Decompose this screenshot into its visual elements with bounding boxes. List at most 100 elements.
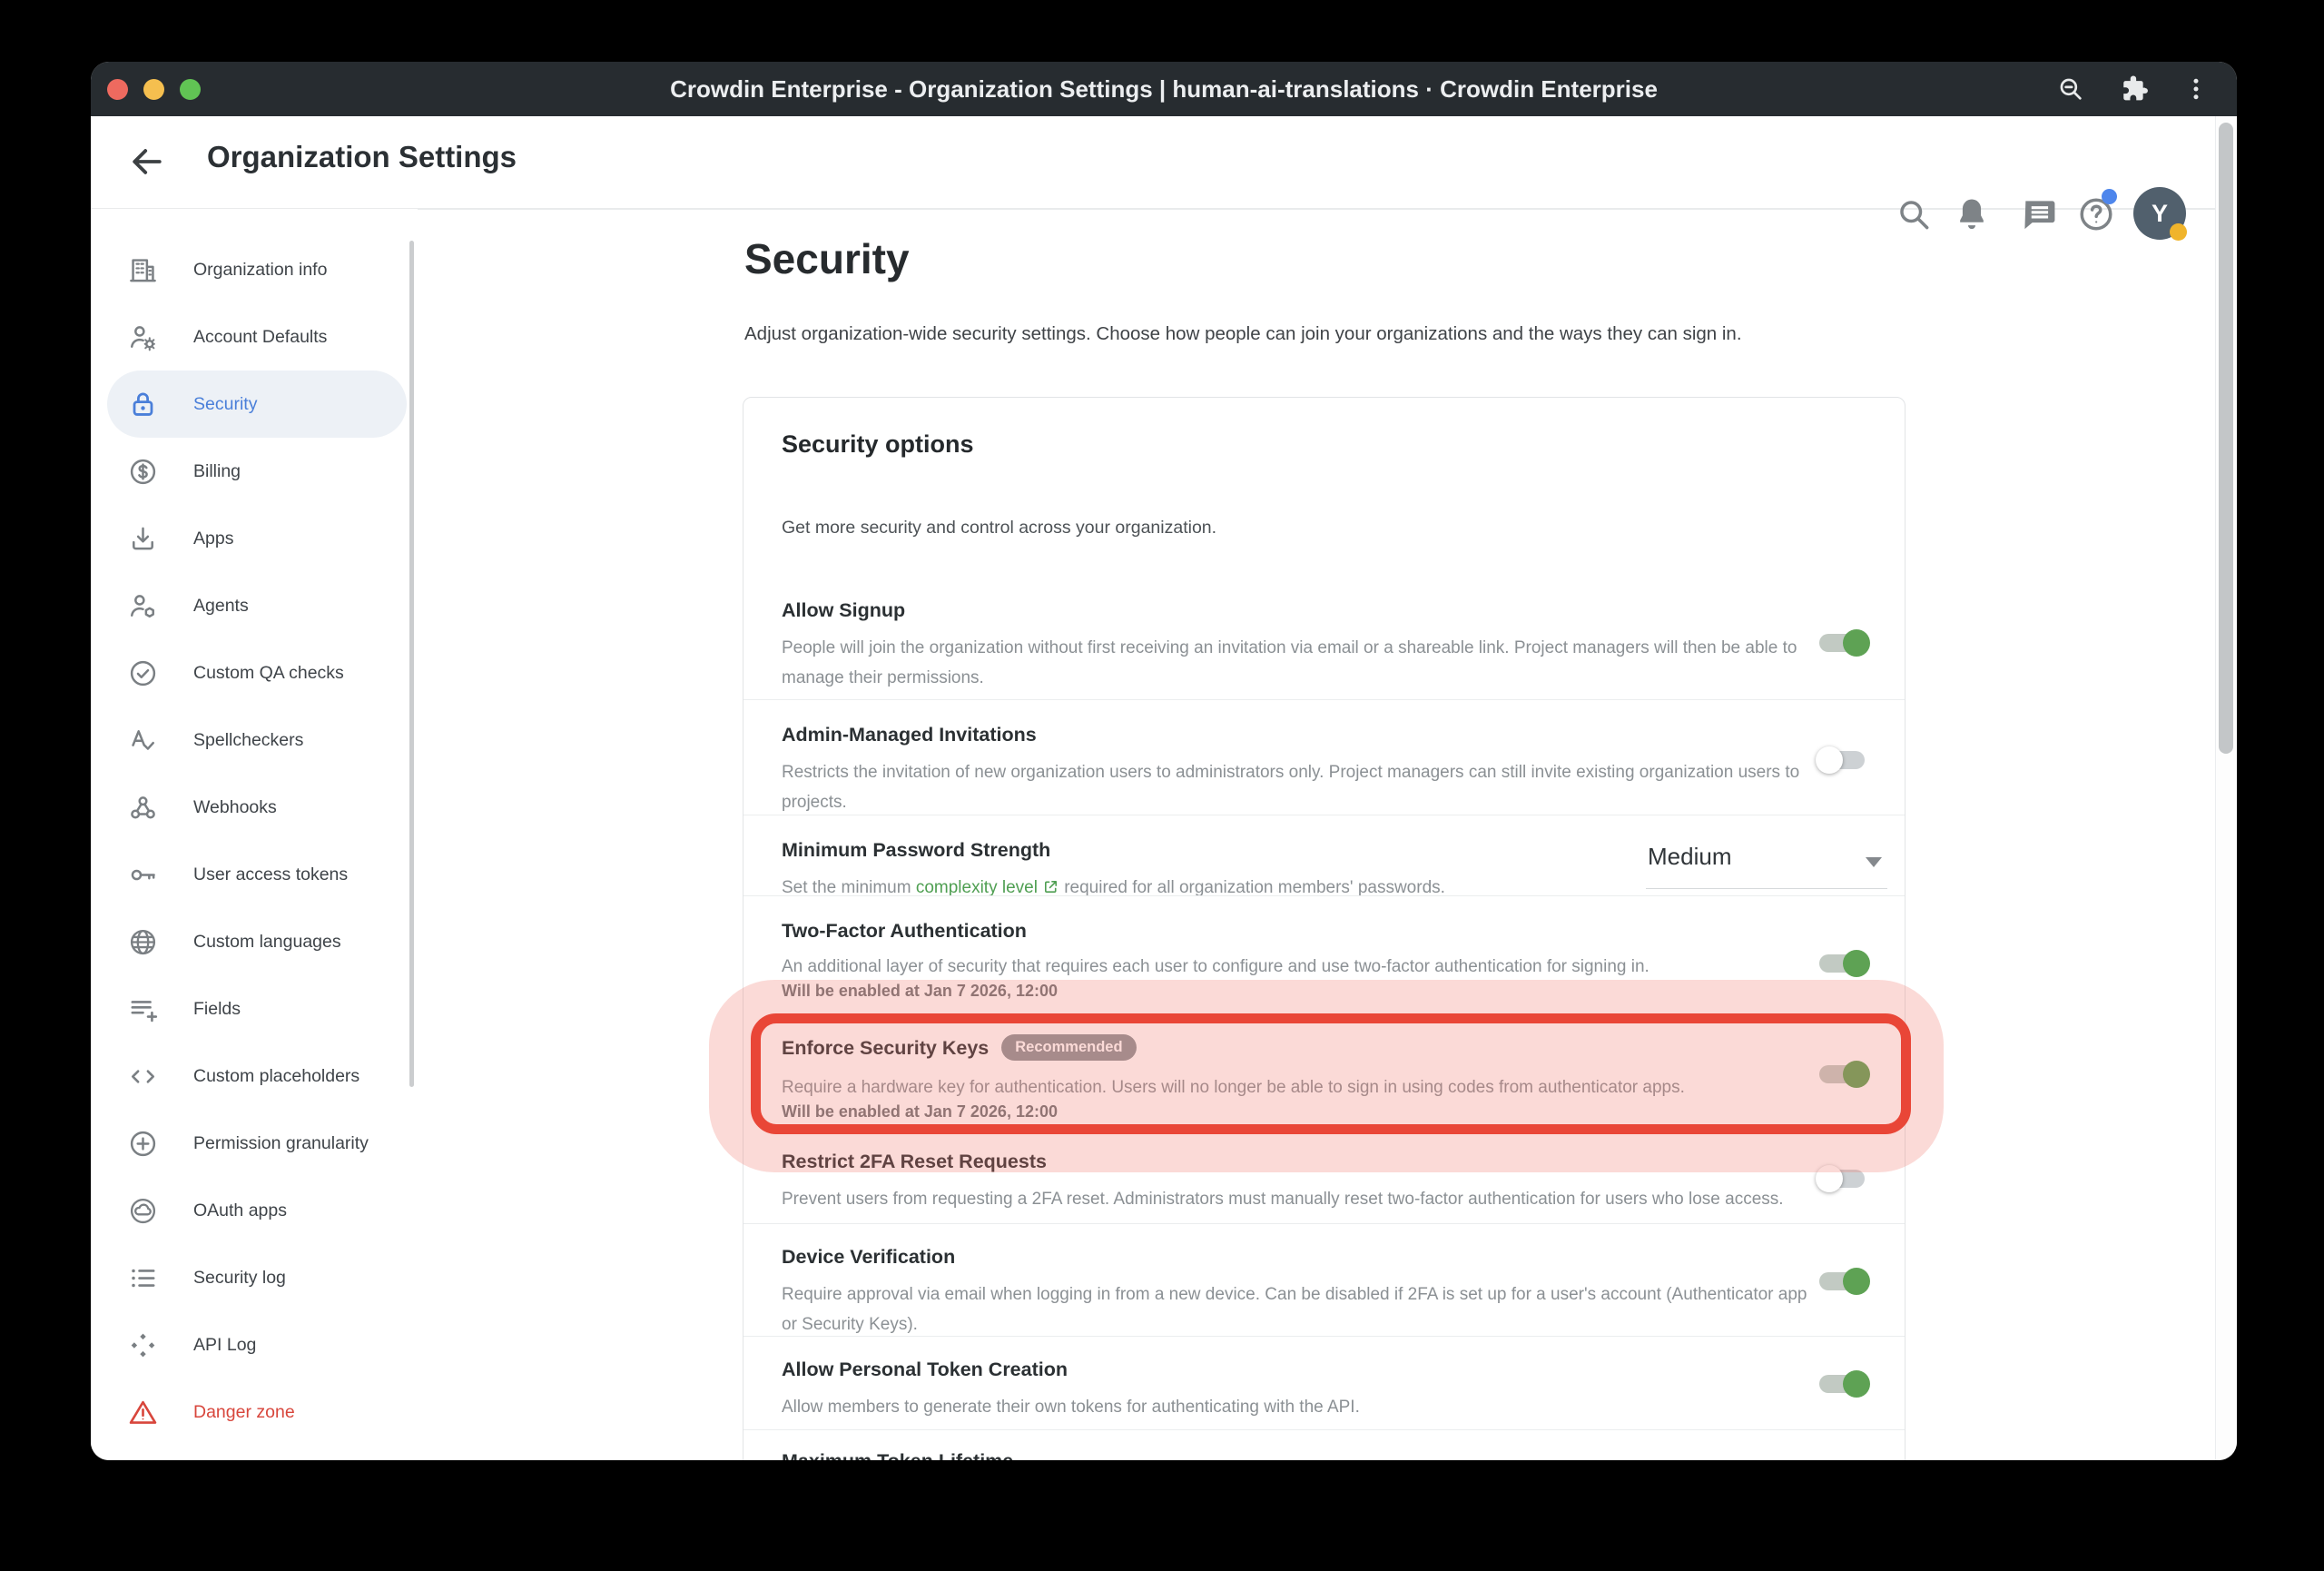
desktop-background: Crowdin Enterprise - Organization Settin…	[0, 0, 2324, 1571]
sidebar-item-custom-placeholders[interactable]: Custom placeholders	[107, 1042, 407, 1110]
sidebar-item-label: API Log	[193, 1335, 256, 1356]
sidebar-item-api-log[interactable]: API Log	[107, 1311, 407, 1378]
sidebar-item-billing[interactable]: Billing	[107, 438, 407, 505]
sidebar-item-user-access-tokens[interactable]: User access tokens	[107, 841, 407, 908]
sidebar-item-label: User access tokens	[193, 865, 348, 885]
sidebar-item-label: Security	[193, 394, 257, 415]
setting-description: Require approval via email when logging …	[782, 1280, 1821, 1339]
sidebar-item-label: Fields	[193, 999, 241, 1020]
setting-title: Maximum Token Lifetime	[782, 1450, 1865, 1460]
description-text: Set the minimum	[782, 878, 916, 897]
back-arrow-button[interactable]	[127, 142, 167, 182]
key-icon	[127, 859, 159, 891]
search-icon[interactable]	[1894, 194, 1934, 234]
sidebar-item-label: Account Defaults	[193, 327, 327, 348]
browser-menu-kebab-icon[interactable]	[2182, 75, 2210, 103]
sidebar-item-label: Webhooks	[193, 797, 277, 818]
setting-row-minimum-password-strength: Minimum Password Strength Set the minimu…	[743, 815, 1905, 895]
setting-description: Restricts the invitation of new organiza…	[782, 757, 1821, 817]
complexity-level-link[interactable]: complexity level	[916, 878, 1059, 897]
sidebar-scrollbar[interactable]	[409, 241, 414, 1087]
allow-personal-token-creation-toggle[interactable]	[1819, 1375, 1865, 1393]
two-factor-authentication-toggle[interactable]	[1819, 954, 1865, 973]
external-link-icon	[1042, 878, 1059, 895]
page-scrollbar-track[interactable]	[2215, 116, 2237, 1460]
setting-row-device-verification: Device Verification Require approval via…	[743, 1223, 1905, 1336]
password-strength-select[interactable]: Medium	[1646, 837, 1887, 889]
sidebar-item-security[interactable]: Security	[107, 371, 407, 438]
restrict-2fa-reset-requests-toggle[interactable]	[1819, 1170, 1865, 1188]
help-notification-dot	[2102, 189, 2117, 204]
browser-titlebar: Crowdin Enterprise - Organization Settin…	[91, 62, 2237, 116]
sidebar-item-oauth-apps[interactable]: OAuth apps	[107, 1177, 407, 1244]
sidebar-item-webhooks[interactable]: Webhooks	[107, 774, 407, 841]
avatar-status-dot	[2170, 223, 2187, 241]
person-cube-icon	[127, 590, 159, 622]
enforce-security-keys-toggle[interactable]	[1819, 1065, 1865, 1083]
setting-description: Allow members to generate their own toke…	[782, 1392, 1821, 1422]
sidebar-item-label: Organization info	[193, 260, 327, 281]
sidebar-item-label: Custom languages	[193, 932, 341, 953]
sidebar-item-label: Spellcheckers	[193, 730, 303, 751]
sidebar-item-agents[interactable]: Agents	[107, 572, 407, 639]
toggle-knob	[1843, 629, 1870, 657]
plus-circle-icon	[127, 1128, 159, 1160]
browser-window: Crowdin Enterprise - Organization Settin…	[91, 62, 2237, 1460]
browser-tab-title: Crowdin Enterprise - Organization Settin…	[91, 62, 2237, 116]
page-scrollbar-thumb[interactable]	[2219, 123, 2233, 754]
sidebar-item-account-defaults[interactable]: Account Defaults	[107, 303, 407, 371]
sidebar-item-spellcheckers[interactable]: Spellcheckers	[107, 706, 407, 774]
toggle-knob	[1843, 950, 1870, 977]
sidebar-item-label: Custom placeholders	[193, 1066, 359, 1087]
setting-row-restrict-2fa-reset-requests: Restrict 2FA Reset Requests Prevent user…	[743, 1134, 1905, 1223]
description-text: required for all organization members' p…	[1059, 878, 1445, 897]
zoom-out-indicator-icon[interactable]	[2055, 74, 2086, 104]
sidebar-item-organization-info[interactable]: Organization info	[107, 236, 407, 303]
card-title: Security options	[782, 430, 974, 459]
toggle-knob	[1816, 746, 1843, 774]
setting-row-admin-managed-invitations: Admin-Managed Invitations Restricts the …	[743, 699, 1905, 815]
allow-signup-toggle[interactable]	[1819, 634, 1865, 652]
setting-row-allow-signup: Allow Signup People will join the organi…	[743, 576, 1905, 699]
page-title: Organization Settings	[207, 140, 517, 174]
notifications-bell-icon[interactable]	[1952, 194, 1992, 234]
app-header: Organization Settings	[91, 116, 2237, 210]
device-verification-toggle[interactable]	[1819, 1272, 1865, 1290]
setting-title: Two-Factor Authentication	[782, 920, 1865, 943]
setting-description: Prevent users from requesting a 2FA rese…	[782, 1184, 1821, 1214]
check-circle-icon	[127, 657, 159, 689]
sidebar-item-custom-languages[interactable]: Custom languages	[107, 908, 407, 975]
recommended-badge: Recommended	[1001, 1034, 1136, 1061]
sidebar-item-label: OAuth apps	[193, 1200, 287, 1221]
sidebar-item-security-log[interactable]: Security log	[107, 1244, 407, 1311]
setting-row-maximum-token-lifetime: Maximum Token Lifetime	[743, 1429, 1905, 1460]
toggle-knob	[1843, 1268, 1870, 1295]
setting-title: Allow Signup	[782, 599, 1865, 622]
setting-row-enforce-security-keys: Enforce Security KeysRecommended Require…	[743, 1013, 1905, 1134]
sidebar-item-permission-granularity[interactable]: Permission granularity	[107, 1110, 407, 1177]
setting-schedule-note: Will be enabled at Jan 7 2026, 12:00	[782, 982, 1865, 1001]
webhook-icon	[127, 792, 159, 824]
code-icon	[127, 1061, 159, 1092]
playlist-add-icon	[127, 993, 159, 1025]
globe-icon	[127, 926, 159, 958]
lock-icon	[127, 389, 159, 420]
setting-title: Allow Personal Token Creation	[782, 1359, 1865, 1381]
toggle-knob	[1843, 1370, 1870, 1398]
sidebar-item-apps[interactable]: Apps	[107, 505, 407, 572]
sidebar-item-label: Security log	[193, 1268, 286, 1289]
setting-title: Enforce Security KeysRecommended	[782, 1037, 1865, 1063]
admin-managed-invitations-toggle[interactable]	[1819, 751, 1865, 769]
section-title: Security	[744, 234, 910, 283]
person-gear-icon	[127, 321, 159, 353]
chat-messages-icon[interactable]	[2019, 194, 2059, 234]
sidebar-item-fields[interactable]: Fields	[107, 975, 407, 1042]
toggle-knob	[1843, 1061, 1870, 1088]
setting-schedule-note: Will be enabled at Jan 7 2026, 12:00	[782, 1102, 1865, 1121]
sidebar-item-danger-zone[interactable]: Danger zone	[107, 1378, 407, 1446]
extensions-puzzle-icon[interactable]	[2119, 74, 2150, 104]
sidebar-item-label: Permission granularity	[193, 1133, 369, 1154]
sidebar-item-custom-qa-checks[interactable]: Custom QA checks	[107, 639, 407, 706]
toggle-knob	[1816, 1165, 1843, 1192]
cloud-circle-icon	[127, 1195, 159, 1227]
